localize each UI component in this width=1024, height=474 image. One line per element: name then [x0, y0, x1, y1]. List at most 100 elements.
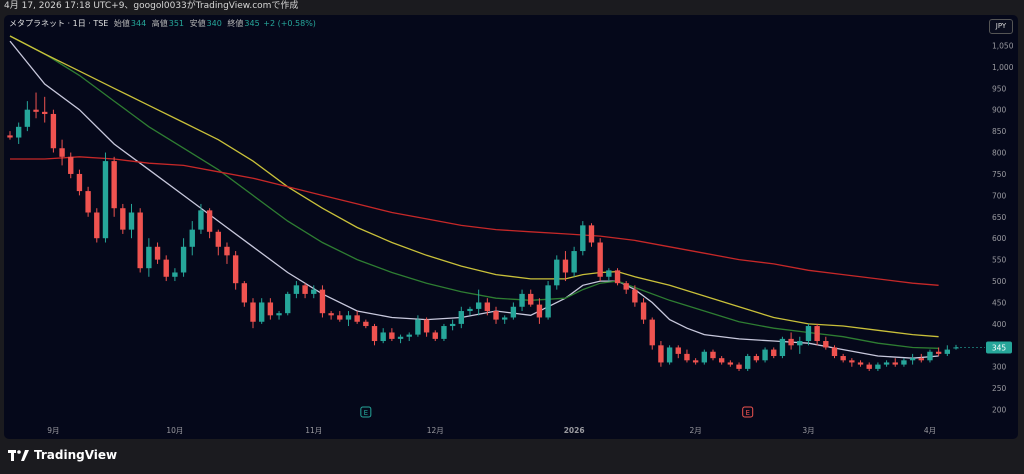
candle: [892, 358, 898, 367]
candle: [154, 242, 161, 264]
candle-body: [206, 210, 213, 232]
candle-body: [632, 289, 638, 303]
candle: [736, 362, 742, 372]
candle-body: [432, 332, 438, 339]
candle-body: [276, 313, 282, 316]
candle-body: [519, 293, 525, 307]
candle: [883, 360, 890, 367]
candle-body: [736, 364, 742, 369]
candle-body: [224, 246, 230, 256]
symbol-header: メタプラネット · 1日 · TSE 始値344 高値351 安値340 終値3…: [9, 18, 316, 30]
candle-body: [649, 319, 655, 346]
candle: [85, 186, 91, 217]
candle: [554, 255, 560, 290]
price-tick-label: 600: [992, 234, 1007, 243]
candle-body: [189, 229, 195, 247]
candle: [146, 238, 152, 277]
time-axis: 9月 10月 11月 12月 2026 2月 3月 4月: [47, 426, 936, 435]
candle-body: [562, 259, 569, 273]
candle: [944, 345, 951, 357]
candle-body: [42, 111, 48, 114]
candle: [814, 323, 820, 346]
candle: [614, 268, 621, 286]
candle-body: [814, 326, 820, 342]
candle: [562, 251, 569, 282]
candle: [250, 298, 256, 329]
time-tick-label: 11月: [305, 426, 322, 435]
candle-body: [771, 349, 777, 357]
candle-body: [554, 259, 560, 286]
candle: [788, 332, 794, 350]
candle-body: [293, 285, 300, 294]
candle-body: [354, 315, 360, 322]
candle-body: [449, 323, 456, 327]
candle-body: [198, 210, 204, 230]
candle-body: [241, 283, 248, 303]
candle-body: [319, 289, 326, 314]
open-label: 始値: [113, 19, 130, 28]
candle-body: [823, 341, 829, 348]
candle: [285, 291, 291, 316]
candle-body: [510, 306, 517, 318]
candle: [406, 332, 412, 342]
candle: [389, 328, 395, 342]
price-tick-label: 450: [992, 298, 1007, 307]
candle-body: [849, 360, 855, 363]
candle-body: [718, 358, 725, 363]
tradingview-logo: TradingView: [8, 448, 117, 462]
candle: [649, 317, 655, 350]
price-tick-label: 550: [992, 256, 1007, 265]
candle-body: [363, 321, 369, 327]
candle: [866, 362, 872, 372]
currency-button[interactable]: JPY: [989, 19, 1013, 34]
time-tick-label: 10月: [166, 426, 183, 435]
candlestick-chart[interactable]: 1,050 1,000 950 900 850 800 750 700 650 600 550 500…: [0, 0, 1024, 474]
tradingview-logo-icon: [8, 449, 29, 461]
candle-body: [901, 360, 907, 365]
candle-body: [692, 360, 699, 363]
candle: [293, 281, 300, 299]
low-value: 340: [206, 19, 222, 28]
price-tick-label: 300: [992, 363, 1007, 372]
candle-body: [7, 135, 13, 138]
symbol-title[interactable]: メタプラネット · 1日 · TSE: [9, 19, 108, 28]
close-label: 終値: [227, 19, 244, 28]
candle: [823, 336, 829, 350]
candle: [172, 268, 178, 282]
candle-body: [475, 302, 482, 309]
candle: [380, 328, 386, 344]
candle-body: [875, 364, 881, 369]
candle: [345, 311, 352, 327]
candle-body: [909, 358, 916, 361]
candle: [745, 353, 751, 372]
candle-body: [328, 313, 334, 316]
candle: [206, 208, 213, 239]
candle: [111, 156, 117, 217]
earnings-marker: E: [742, 406, 754, 418]
candle-body: [779, 338, 786, 357]
candle: [241, 281, 248, 307]
candle: [50, 109, 57, 153]
candle-body: [85, 191, 91, 213]
candle-body: [172, 272, 178, 277]
candle: [363, 319, 369, 329]
candle: [276, 311, 282, 320]
candle-body: [597, 242, 603, 277]
candle: [458, 306, 464, 329]
candle: [59, 139, 65, 166]
candle-body: [111, 161, 117, 209]
time-tick-label: 4月: [924, 426, 936, 435]
candle-body: [24, 109, 31, 127]
candle: [432, 330, 438, 342]
candle: [258, 298, 265, 324]
candle-body: [883, 362, 890, 365]
candle-body: [232, 255, 239, 284]
candle-body: [371, 326, 378, 342]
candle: [441, 323, 447, 342]
price-tick-label: 400: [992, 320, 1007, 329]
candle-body: [857, 362, 864, 365]
candle-body: [606, 270, 612, 277]
time-tick-label: 2026: [564, 426, 585, 435]
candle-body: [397, 336, 404, 339]
candle: [198, 203, 204, 234]
